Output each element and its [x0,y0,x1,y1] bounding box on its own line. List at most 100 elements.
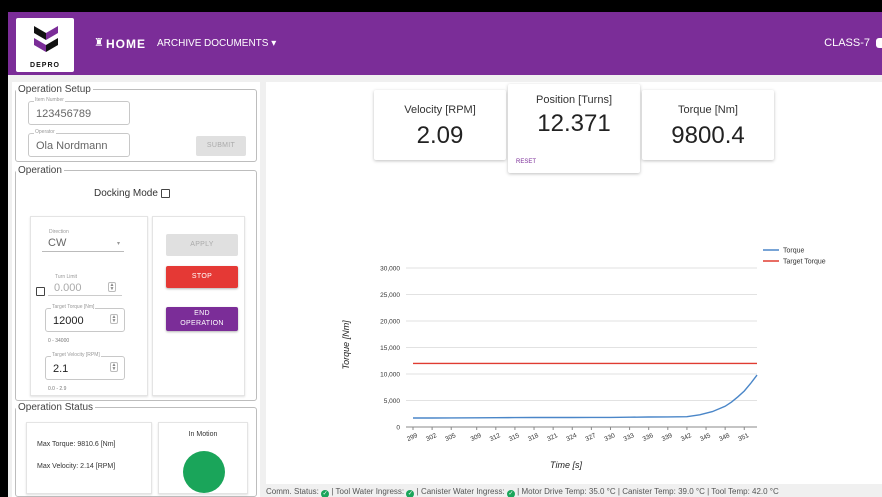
motor-temp-text: Motor Drive Temp: 35.0 °C [521,487,616,496]
direction-select[interactable]: Direction CW ▾ [42,226,124,252]
y-tick-label: 15,000 [380,345,400,352]
nav-archive[interactable]: ARCHIVE [157,38,201,49]
main-panel: Velocity [RPM] 2.09 Position [Turns] 12.… [266,82,882,484]
tool-temp-text: Tool Temp: 42.0 °C [711,487,779,496]
x-tick-label: 330 [603,432,616,443]
y-tick-label: 30,000 [380,266,400,273]
chart-series [413,362,758,419]
nav-home[interactable]: HOME [106,37,146,51]
operator-field[interactable]: Operator Ola Nordmann [28,129,130,157]
legend-label: Target Torque [783,259,826,266]
canister-water-label: Canister Water Ingress: [420,487,505,496]
position-card: Position [Turns] 12.371 RESET [508,84,640,173]
operator-label: Operator [34,129,56,135]
canister-temp-text: Canister Temp: 39.0 °C [622,487,705,496]
position-value: 12.371 [537,110,611,137]
target-torque-stepper-icon[interactable]: ▲ ▼ [110,314,118,324]
turn-limit-label: Turn Limit [54,274,79,280]
max-torque-text: Max Torque: 9810.6 [Nm] [37,441,116,448]
turn-limit-checkbox[interactable] [36,287,45,296]
submit-button[interactable]: SUBMIT [196,136,246,156]
torque-value: 9800.4 [671,122,745,149]
left-panel: Operation Setup Item Number 123456789 Op… [12,82,260,497]
velocity-card: Velocity [RPM] 2.09 [374,90,506,160]
x-tick-label: 299 [406,432,419,443]
operation-status-title: Operation Status [18,402,94,413]
max-values-panel: Max Torque: 9810.6 [Nm] Max Velocity: 2.… [26,422,152,494]
x-tick-label: 327 [584,432,597,443]
target-torque-range: 0 - 34000 [48,338,70,344]
canister-water-ok-icon: ✓ [506,490,515,497]
apply-button[interactable]: APPLY [166,234,238,256]
turn-limit-field[interactable]: Turn Limit 0.000 ▲ ▼ [48,274,122,296]
x-tick-label: 302 [425,432,438,443]
depro-logo[interactable]: DEPRO [16,18,74,72]
status-bar: Comm. Status: ✓ | Tool Water Ingress: ✓ … [266,487,882,497]
target-torque-field[interactable]: Target Torque [Nm] 12000 ▲ ▼ [45,304,125,332]
comm-status-label: Comm. Status: [266,487,319,496]
end-operation-button[interactable]: END OPERATION [166,307,238,331]
position-title: Position [Turns] [535,94,612,106]
reset-button[interactable]: RESET [516,159,536,165]
x-axis-label: Time [s] [550,460,582,470]
y-tick-label: 5,000 [384,398,401,405]
chevron-down-icon: ▾ [116,241,120,247]
chart-grid [406,267,757,428]
x-axis-ticks: 299 302 305 309 312 315 318 321 324 327 330 333 336 3… [406,427,750,443]
status-separator: | [617,487,620,496]
user-icon[interactable] [876,38,882,48]
x-tick-label: 315 [508,432,521,443]
y-axis-ticks: 0 5,000 10,000 15,000 20,000 25,000 30,000 [380,266,400,432]
target-velocity-value: 2.1 [53,363,69,375]
x-tick-label: 345 [699,432,712,443]
velocity-value: 2.09 [416,122,464,149]
docking-mode-checkbox[interactable] [161,189,170,198]
x-tick-label: 351 [737,432,750,443]
in-motion-indicator [183,451,225,493]
status-separator: | [517,487,520,496]
target-velocity-field[interactable]: Target Velocity [RPM] 2.1 ▲ ▼ [45,352,125,380]
x-tick-label: 339 [661,432,674,443]
torque-chart: 0 5,000 10,000 15,000 20,000 25,000 30,000 299… [341,248,826,471]
logo-text: DEPRO [30,62,60,69]
legend-label: Torque [783,248,805,255]
chart-legend: Torque Target Torque [763,248,826,266]
status-separator: | [416,487,419,496]
torque-card: Torque [Nm] 9800.4 [642,90,774,160]
stop-button[interactable]: STOP [166,266,238,288]
series-line-torque [413,374,758,419]
x-tick-label: 336 [642,432,655,443]
y-axis-label: Torque [Nm] [341,320,351,370]
target-velocity-stepper-icon[interactable]: ▲ ▼ [110,362,118,372]
x-tick-label: 305 [444,432,457,443]
tool-water-ok-icon: ✓ [406,490,415,497]
y-tick-label: 25,000 [380,292,400,299]
user-name[interactable]: CLASS-7 [824,37,870,49]
y-tick-label: 10,000 [380,372,400,379]
torque-title: Torque [Nm] [678,104,738,116]
nav-documents[interactable]: DOCUMENTS ▾ [204,38,276,49]
home-icon: ♜ [94,37,104,49]
item-number-value: 123456789 [36,108,92,120]
item-number-field[interactable]: Item Number 123456789 [28,97,130,125]
operator-value: Ola Nordmann [36,140,108,152]
max-velocity-text: Max Velocity: 2.14 [RPM] [37,463,116,470]
x-tick-label: 309 [470,432,483,443]
docking-mode-label: Docking Mode [94,188,158,199]
app-window: DEPRO ♜ HOME ARCHIVE DOCUMENTS ▾ CLASS-7… [8,12,882,497]
direction-label: Direction [48,229,70,235]
turn-limit-stepper-icon[interactable]: ▲ ▼ [108,282,116,292]
item-number-label: Item Number [34,97,65,103]
logo-mark-icon [34,26,58,52]
status-separator: | [707,487,710,496]
target-torque-value: 12000 [53,315,84,327]
target-torque-label: Target Torque [Nm] [51,304,96,310]
motion-panel: In Motion [158,422,248,494]
tool-water-label: Tool Water Ingress: [335,487,405,496]
in-motion-label: In Motion [188,431,218,438]
x-tick-label: 342 [680,432,693,443]
x-tick-label: 333 [623,432,636,443]
turn-limit-value: 0.000 [54,282,82,294]
operation-setup-title: Operation Setup [18,84,91,95]
top-app-bar: DEPRO ♜ HOME ARCHIVE DOCUMENTS ▾ CLASS-7 [8,12,882,75]
